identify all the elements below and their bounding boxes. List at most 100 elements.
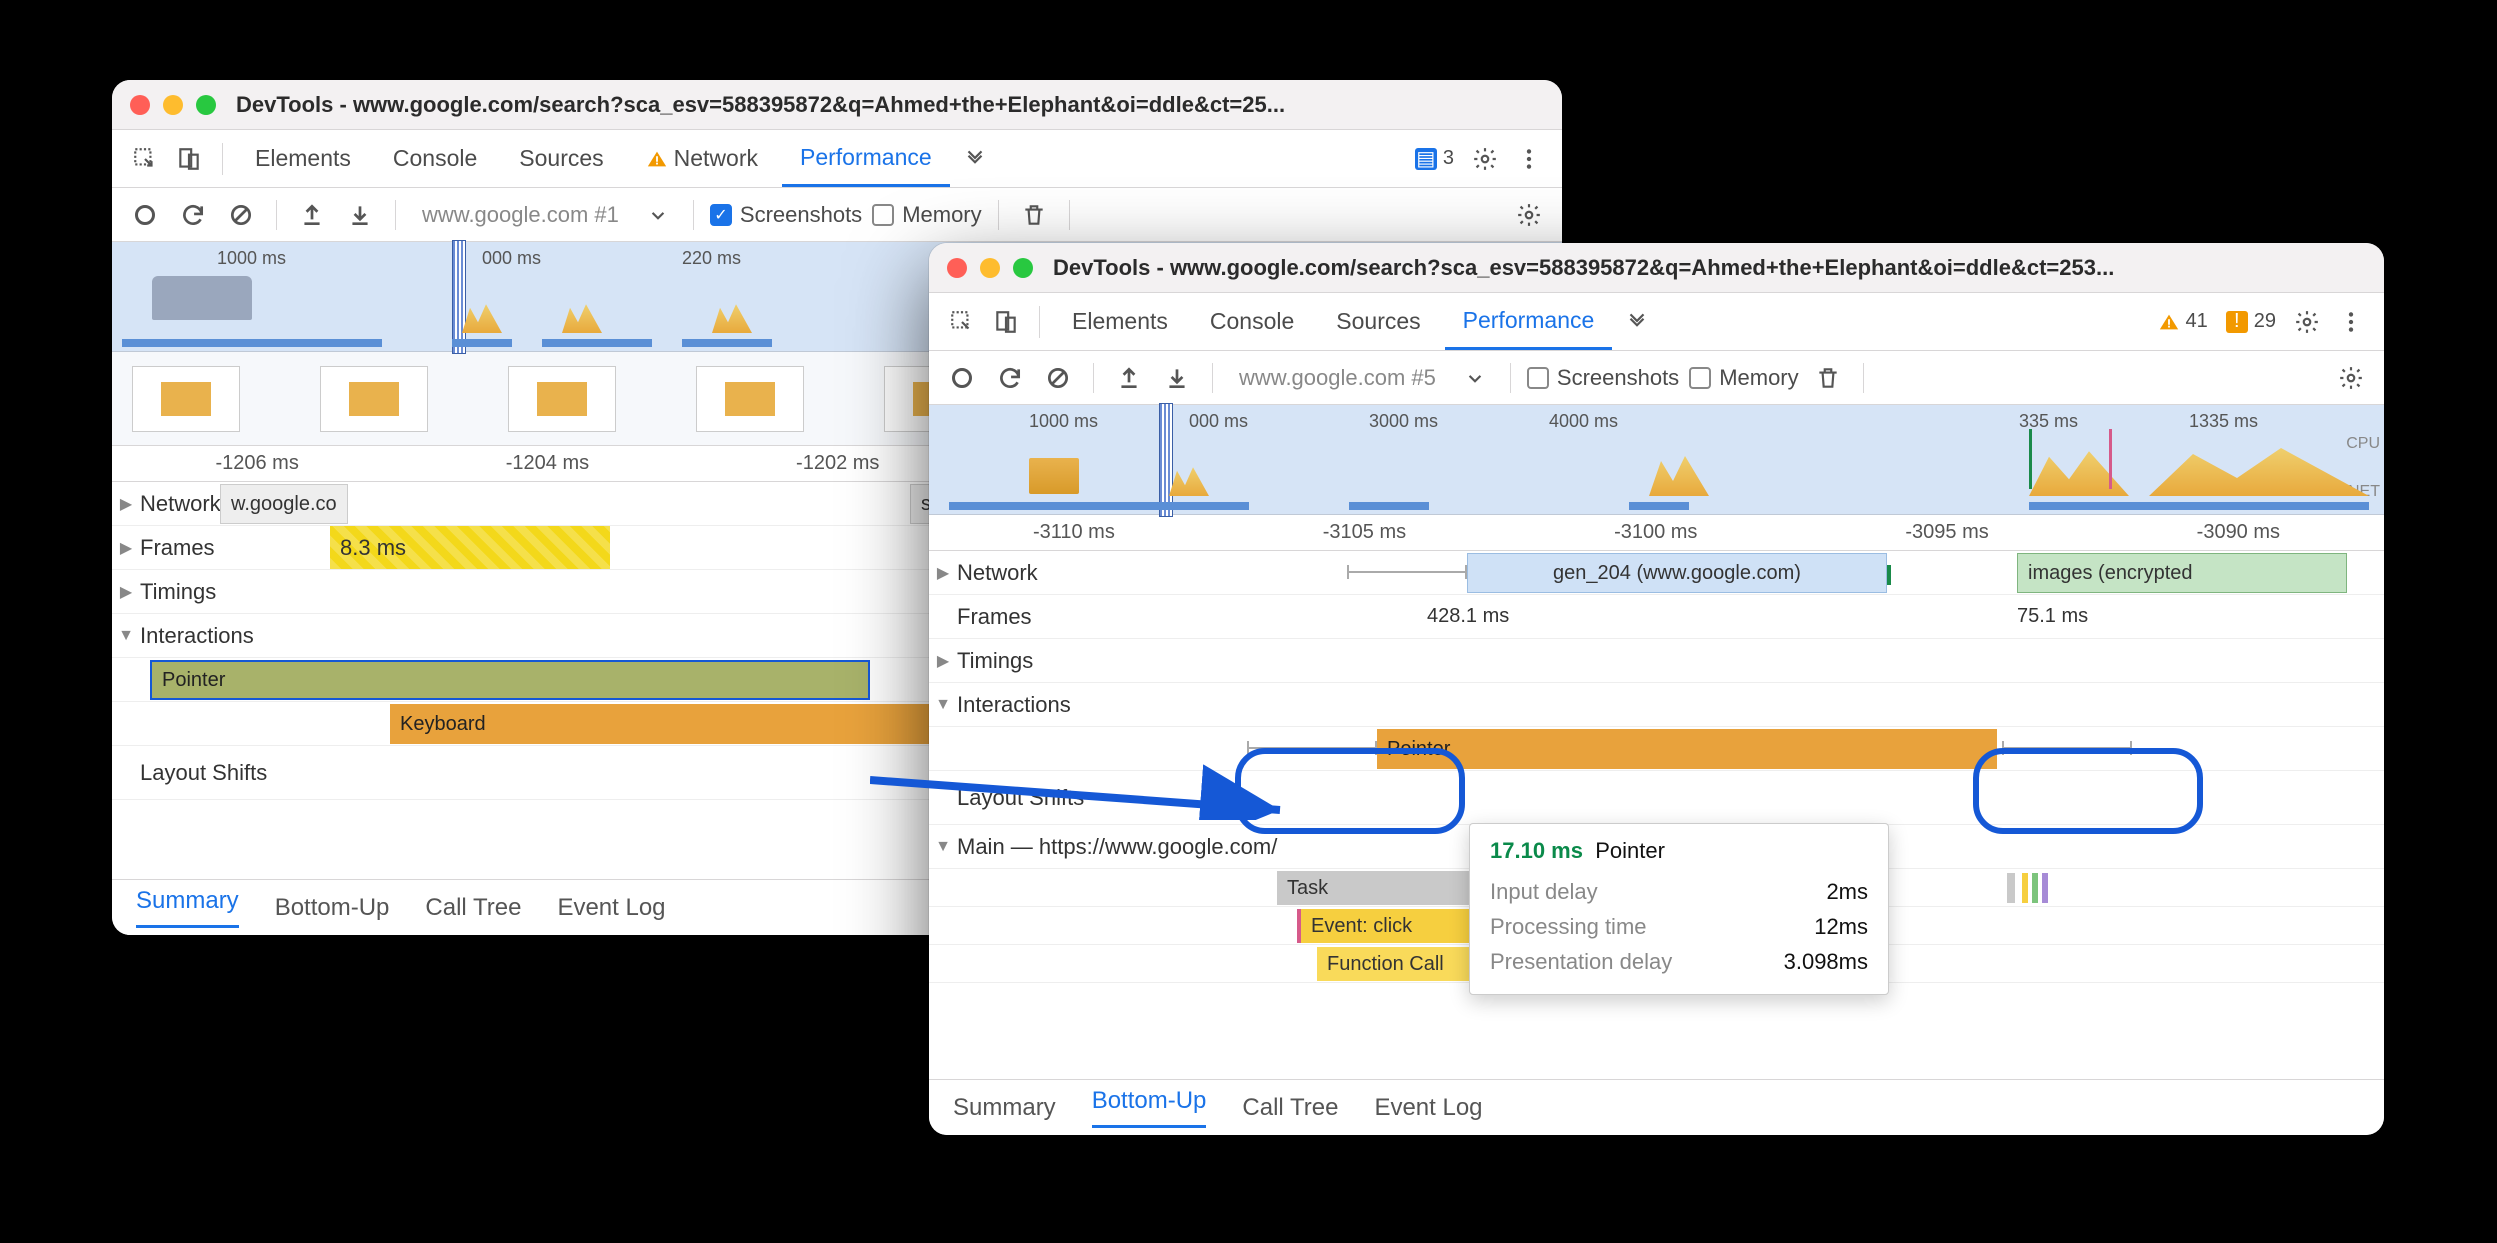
checkbox-icon (872, 204, 894, 226)
close-icon[interactable] (947, 258, 967, 278)
tab-sources[interactable]: Sources (501, 130, 621, 187)
tab-call-tree[interactable]: Call Tree (1242, 1094, 1338, 1122)
tick-label: 000 ms (482, 248, 672, 269)
inspect-icon[interactable] (943, 303, 981, 341)
trash-icon[interactable] (1809, 359, 1847, 397)
upload-icon[interactable] (293, 196, 331, 234)
minimize-icon[interactable] (980, 258, 1000, 278)
whisker-presentation-delay (2002, 747, 2132, 749)
caret-down-icon[interactable]: ▼ (929, 838, 957, 856)
zoom-icon[interactable] (1013, 258, 1033, 278)
minimize-icon[interactable] (163, 95, 183, 115)
caret-down-icon[interactable]: ▼ (929, 696, 957, 714)
details-tabs: Summary Bottom-Up Call Tree Event Log (929, 1079, 2384, 1135)
inspect-icon[interactable] (126, 140, 164, 178)
tooltip-key: Presentation delay (1490, 944, 1672, 979)
recording-name[interactable]: www.google.com #1 (412, 202, 629, 228)
issues-badge[interactable]: ▤3 (1409, 147, 1460, 170)
track-interactions[interactable]: ▼ Interactions (929, 683, 2384, 727)
tab-sources[interactable]: Sources (1318, 293, 1438, 350)
kebab-icon[interactable] (1510, 140, 1548, 178)
message-icon: ▤ (1415, 148, 1437, 170)
whisker-input-delay (1247, 747, 1377, 749)
tick-label: 1000 ms (217, 248, 407, 269)
range-handle[interactable] (1159, 403, 1173, 517)
overview-timeline[interactable]: 1000 ms 000 ms 3000 ms 4000 ms 335 ms 13… (929, 405, 2384, 515)
download-icon[interactable] (341, 196, 379, 234)
tooltip-duration: 17.10 ms (1490, 838, 1583, 863)
tab-event-log[interactable]: Event Log (1374, 1094, 1482, 1122)
memory-checkbox[interactable]: Memory (872, 202, 981, 228)
device-icon[interactable] (170, 140, 208, 178)
main-toolbar: Elements Console Sources Network Perform… (112, 130, 1562, 188)
clear-button[interactable] (222, 196, 260, 234)
tab-summary[interactable]: Summary (953, 1094, 1056, 1122)
tab-console[interactable]: Console (1192, 293, 1312, 350)
range-handle[interactable] (452, 240, 466, 354)
interaction-pointer[interactable]: Pointer (150, 660, 870, 700)
tab-bottom-up[interactable]: Bottom-Up (1092, 1087, 1207, 1128)
upload-icon[interactable] (1110, 359, 1148, 397)
reload-button[interactable] (991, 359, 1029, 397)
track-timings[interactable]: ▶ Timings (929, 639, 2384, 683)
tab-event-log[interactable]: Event Log (557, 894, 665, 922)
tab-performance[interactable]: Performance (782, 130, 950, 187)
tab-network[interactable]: Network (628, 130, 776, 187)
dropdown-icon[interactable] (1456, 359, 1494, 397)
record-button[interactable] (943, 359, 981, 397)
network-entry[interactable]: images (encrypted (2017, 553, 2347, 593)
settings-icon[interactable] (1466, 140, 1504, 178)
settings-icon[interactable] (1510, 196, 1548, 234)
tab-bottom-up[interactable]: Bottom-Up (275, 894, 390, 922)
caret-down-icon[interactable]: ▼ (112, 627, 140, 645)
caret-right-icon[interactable]: ▶ (112, 582, 140, 602)
errors-badge[interactable]: !29 (2220, 310, 2282, 333)
tab-elements[interactable]: Elements (1054, 293, 1186, 350)
network-entry[interactable]: gen_204 (www.google.com) (1467, 553, 1887, 593)
screenshot-thumb[interactable] (132, 366, 240, 432)
ruler-tick: -1206 ms (215, 452, 298, 475)
record-button[interactable] (126, 196, 164, 234)
tab-performance[interactable]: Performance (1445, 293, 1613, 350)
warnings-badge[interactable]: 41 (2152, 310, 2214, 333)
screenshot-thumb[interactable] (320, 366, 428, 432)
trash-icon[interactable] (1015, 196, 1053, 234)
tab-elements[interactable]: Elements (237, 130, 369, 187)
caret-right-icon[interactable]: ▶ (929, 563, 957, 583)
cpu-label: CPU (2346, 435, 2380, 453)
settings-icon[interactable] (2332, 359, 2370, 397)
download-icon[interactable] (1158, 359, 1196, 397)
titlebar: DevTools - www.google.com/search?sca_esv… (112, 80, 1562, 130)
device-icon[interactable] (987, 303, 1025, 341)
frame-duration: 8.3 ms (340, 535, 406, 561)
more-tabs-icon[interactable] (956, 140, 994, 178)
kebab-icon[interactable] (2332, 303, 2370, 341)
clear-button[interactable] (1039, 359, 1077, 397)
recording-name[interactable]: www.google.com #5 (1229, 365, 1446, 391)
caret-right-icon[interactable]: ▶ (112, 538, 140, 558)
dropdown-icon[interactable] (639, 196, 677, 234)
close-icon[interactable] (130, 95, 150, 115)
screenshots-checkbox[interactable]: Screenshots (1527, 365, 1679, 391)
memory-checkbox[interactable]: Memory (1689, 365, 1798, 391)
track-frames[interactable]: Frames 428.1 ms 75.1 ms (929, 595, 2384, 639)
caret-right-icon[interactable]: ▶ (929, 651, 957, 671)
tab-console[interactable]: Console (375, 130, 495, 187)
screenshot-thumb[interactable] (508, 366, 616, 432)
track-layout-shifts[interactable]: Layout Shifts (929, 771, 2384, 825)
tab-call-tree[interactable]: Call Tree (425, 894, 521, 922)
time-ruler[interactable]: -3110 ms -3105 ms -3100 ms -3095 ms -309… (929, 515, 2384, 551)
track-network[interactable]: ▶ Network gen_204 (www.google.com) image… (929, 551, 2384, 595)
interaction-pointer[interactable]: Pointer (1377, 729, 1997, 769)
caret-right-icon[interactable]: ▶ (112, 494, 140, 514)
settings-icon[interactable] (2288, 303, 2326, 341)
zoom-icon[interactable] (196, 95, 216, 115)
interaction-pointer-row[interactable]: Pointer (929, 727, 2384, 771)
network-entry[interactable]: w.google.co (220, 484, 348, 524)
tab-summary[interactable]: Summary (136, 887, 239, 928)
screenshot-thumb[interactable] (696, 366, 804, 432)
screenshots-checkbox[interactable]: ✓Screenshots (710, 202, 862, 228)
tooltip-value: 12ms (1814, 909, 1868, 944)
reload-button[interactable] (174, 196, 212, 234)
more-tabs-icon[interactable] (1618, 303, 1656, 341)
